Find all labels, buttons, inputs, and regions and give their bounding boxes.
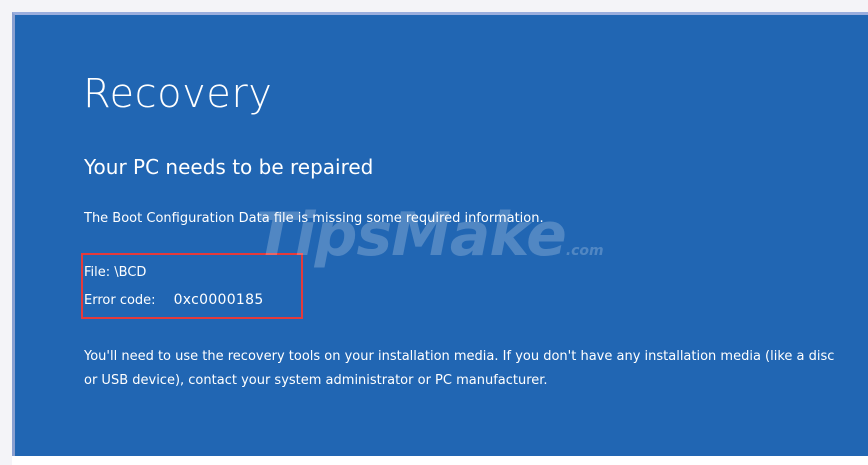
screen-bottom-edge xyxy=(12,456,868,465)
watermark-suffix: .com xyxy=(565,243,604,259)
screenshot-frame: Recovery Your PC needs to be repaired Th… xyxy=(0,0,868,465)
watermark-brand: TipsMake xyxy=(255,200,567,270)
watermark: TipsMake.com xyxy=(255,200,604,270)
page-title: Recovery xyxy=(83,71,273,117)
page-subtitle: Your PC needs to be repaired xyxy=(84,155,374,179)
instructions-text: You'll need to use the recovery tools on… xyxy=(84,349,835,388)
recovery-screen: Recovery Your PC needs to be repaired Th… xyxy=(12,12,868,456)
